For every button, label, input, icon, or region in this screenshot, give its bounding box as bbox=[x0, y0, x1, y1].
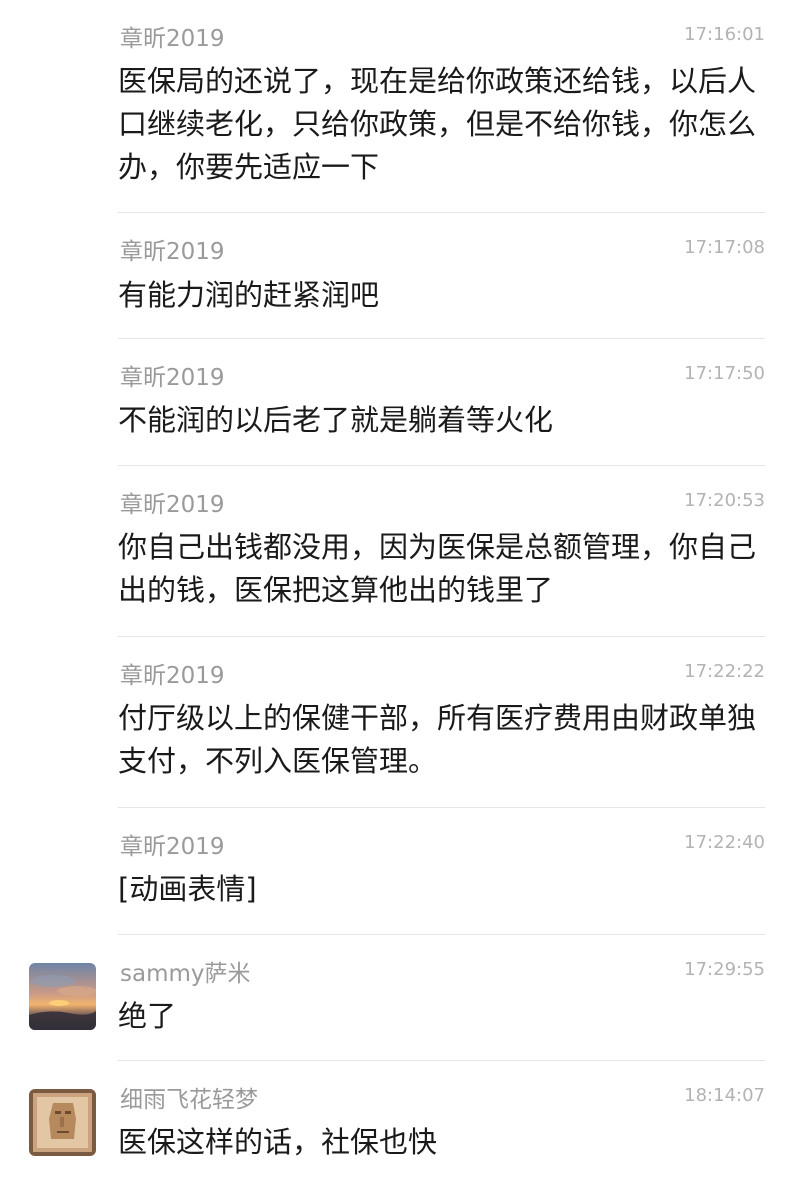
sender-name[interactable]: 细雨飞花轻梦 bbox=[120, 1085, 258, 1115]
avatar[interactable] bbox=[29, 1089, 96, 1156]
message-item[interactable]: 章昕2019 17:20:53 你自己出钱都没用，因为医保是总额管理，你自己出的… bbox=[0, 466, 795, 636]
message-time: 17:22:22 bbox=[684, 661, 765, 682]
message-item[interactable]: 章昕2019 17:16:01 医保局的还说了，现在是给你政策还给钱，以后人口继… bbox=[0, 0, 795, 213]
message-text: 你自己出钱都没用，因为医保是总额管理，你自己出的钱，医保把这算他出的钱里了 bbox=[118, 530, 757, 607]
chat-message-list[interactable]: 章昕2019 17:16:01 医保局的还说了，现在是给你政策还给钱，以后人口继… bbox=[0, 0, 795, 1200]
message-item[interactable]: 章昕2019 17:22:22 付厅级以上的保健干部，所有医疗费用由财政单独支付… bbox=[0, 637, 795, 807]
message-text: 医保局的还说了，现在是给你政策还给钱，以后人口继续老化，只给你政策，但是不给你钱… bbox=[118, 64, 757, 184]
message-time: 17:22:40 bbox=[684, 832, 765, 853]
message-time: 17:17:08 bbox=[684, 237, 765, 258]
message-time: 18:14:07 bbox=[684, 1085, 765, 1106]
animated-sticker-placeholder[interactable]: [动画表情] bbox=[118, 868, 766, 911]
message-text: 有能力润的赶紧润吧 bbox=[118, 278, 380, 312]
message-text: 绝了 bbox=[118, 999, 177, 1033]
sender-name[interactable]: 章昕2019 bbox=[120, 832, 225, 862]
message-time: 17:16:01 bbox=[684, 24, 765, 45]
sunset-avatar-image bbox=[29, 963, 96, 1030]
message-time: 17:29:55 bbox=[684, 959, 765, 980]
sender-name[interactable]: 章昕2019 bbox=[120, 237, 225, 267]
message-time: 17:20:53 bbox=[684, 490, 765, 511]
message-item[interactable]: 章昕2019 17:17:50 不能润的以后老了就是躺着等火化 bbox=[0, 339, 795, 465]
message-item[interactable]: 章昕2019 17:17:08 有能力润的赶紧润吧 bbox=[0, 213, 795, 339]
message-item[interactable]: 细雨飞花轻梦 18:14:07 医保这样的话，社保也快 bbox=[0, 1061, 795, 1200]
sender-name[interactable]: 章昕2019 bbox=[120, 363, 225, 393]
message-item[interactable]: sammy萨米 17:29:55 绝了 bbox=[0, 935, 795, 1060]
sender-name[interactable]: 章昕2019 bbox=[120, 490, 225, 520]
message-item[interactable]: 章昕2019 17:22:40 [动画表情] bbox=[0, 808, 795, 934]
avatar[interactable] bbox=[29, 963, 96, 1030]
message-time: 17:17:50 bbox=[684, 363, 765, 384]
message-text: 不能润的以后老了就是躺着等火化 bbox=[118, 403, 554, 437]
sender-name[interactable]: sammy萨米 bbox=[120, 959, 251, 989]
sculpture-avatar-image bbox=[29, 1089, 96, 1156]
sender-name[interactable]: 章昕2019 bbox=[120, 24, 225, 54]
sender-name[interactable]: 章昕2019 bbox=[120, 661, 225, 691]
message-text: 付厅级以上的保健干部，所有医疗费用由财政单独支付，不列入医保管理。 bbox=[118, 701, 757, 778]
message-text: 医保这样的话，社保也快 bbox=[118, 1125, 438, 1159]
